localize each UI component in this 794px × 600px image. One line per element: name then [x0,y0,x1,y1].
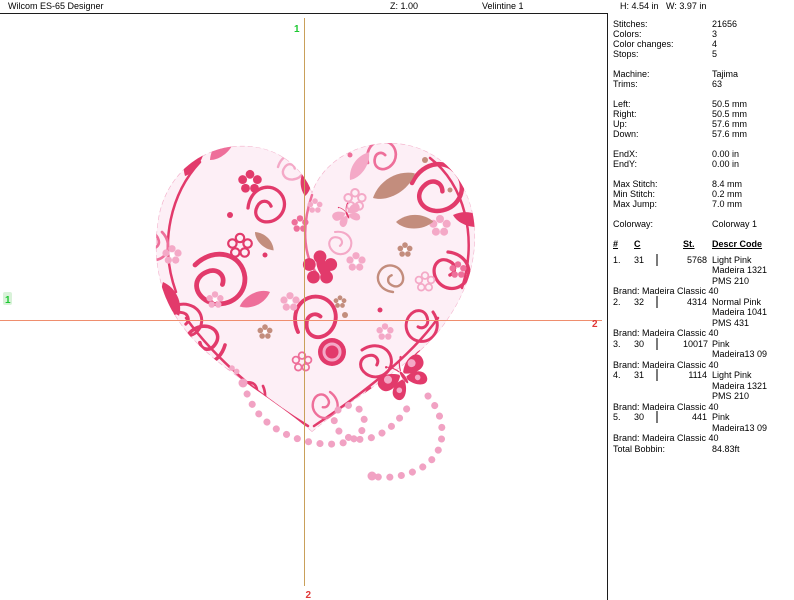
stat-label: Max Jump: [613,199,658,209]
stat-value: 21656 [712,19,738,29]
colorway-value: Colorway 1 [712,219,758,229]
stat-label: Stops: [613,49,639,59]
thread-num: 1. [613,254,621,265]
thread-row: 2. 32 4314 Normal Pink Madeira 1041 PMS … [608,295,794,329]
thread-swatch [656,253,658,266]
heart-design[interactable] [138,131,491,481]
stat-value: Tajima [712,69,739,79]
thread-row: 3. 30 10017 Pink Madeira13 09 [608,337,794,360]
stat-value: 57.6 mm [712,129,748,139]
thread-descr: Normal Pink Madeira 1041 PMS 431 [712,296,768,328]
thread-descr: Pink Madeira13 09 [712,338,768,360]
col-header-num: # [613,239,619,249]
thread-descr: Light Pink Madeira 1321 PMS 210 [712,254,768,286]
thread-swatch [656,337,658,350]
thread-brand: Brand: Madeira Classic 40 [613,328,719,338]
total-bobbin-label: Total Bobbin: [613,443,666,454]
stat-label: Trims: [613,79,638,89]
thread-code: 30 [634,412,645,422]
stat-label: Up: [613,119,628,129]
colorway-table-header: # C St. Descr Code [608,239,794,250]
end-marker-right[interactable]: 2 [592,319,598,330]
total-bobbin-row: Total Bobbin: 84.83ft [608,444,794,455]
col-header-descr: Descr Code [712,239,763,249]
stat-label: Color changes: [613,39,674,49]
thread-stitches: 4314 [686,296,707,307]
thread-descr: Pink Madeira13 09 [712,412,768,433]
thread-num: 3. [613,338,621,349]
stat-value: 0.00 in [712,149,740,159]
stat-value: 57.6 mm [712,119,748,129]
margins-section: Left: 50.5 mm Right: 50.5 mm Up: 57.6 mm Do… [608,99,794,139]
stat-value: 63 [712,79,723,89]
stat-value: 0.00 in [712,159,740,169]
stat-value: 3 [712,29,718,39]
stat-value: 50.5 mm [712,99,748,109]
thread-descr: Light Pink Madeira 1321 PMS 210 [712,370,768,401]
thread-brand: Brand: Madeira Classic 40 [613,401,719,412]
colorway-label: Colorway: [613,219,654,229]
stat-value: 50.5 mm [712,109,748,119]
thread-stitches: 1114 [688,370,707,380]
thread-code: 31 [634,254,645,265]
stat-label: Machine: [613,69,650,79]
thread-num: 4. [613,370,621,380]
thread-code: 32 [634,296,645,307]
start-marker-left[interactable]: 1 [5,295,11,306]
stat-label: Stitches: [613,19,648,29]
stat-label: Min Stitch: [613,189,656,199]
end-point-section: EndX: 0.00 in EndY: 0.00 in [608,149,794,169]
thread-num: 2. [613,296,621,307]
stat-label: EndX: [613,149,638,159]
end-marker-bottom[interactable]: 2 [306,590,312,600]
thread-swatch [656,295,658,308]
thread-row: 1. 31 5768 Light Pink Madeira 1321 PMS 2… [608,253,794,287]
colorway-section: Colorway: Colorway 1 [608,219,794,229]
thread-brand: Brand: Madeira Classic 40 [613,359,719,370]
thread-swatch [656,411,658,423]
stat-value: 4 [712,39,718,49]
stat-value: 5 [712,49,718,59]
stitch-limits-section: Max Stitch: 8.4 mm Min Stitch: 0.2 mm Max … [608,179,794,209]
thread-brand: Brand: Madeira Classic 40 [613,286,719,296]
stat-label: Colors: [613,29,642,39]
thread-brand: Brand: Madeira Classic 40 [613,433,719,443]
stat-label: EndY: [613,159,638,169]
machine-section: Machine: Tajima Trims: 63 [608,69,794,89]
stat-label: Max Stitch: [613,179,658,189]
thread-row: 5. 30 441 Pink Madeira13 09 [608,411,794,433]
stat-label: Down: [613,129,639,139]
col-header-st: St. [683,239,695,249]
total-bobbin-value: 84.83ft [712,443,740,454]
thread-row: 4. 31 1114 Light Pink Madeira 1321 PMS 2… [608,369,794,402]
stat-value: 0.2 mm [712,189,743,199]
thread-num: 5. [613,412,621,422]
stat-label: Left: [613,99,631,109]
thread-code: 31 [634,370,645,380]
thread-stitches: 441 [691,412,707,422]
stat-label: Right: [613,109,637,119]
thread-code: 30 [634,338,645,349]
thread-swatch [656,369,658,381]
thread-stitches: 10017 [683,338,709,349]
colorway-table: # C St. Descr Code 1. 31 5768 Light Pink… [608,239,794,454]
stat-value: 7.0 mm [712,199,743,209]
design-info-panel: Stitches: 21656 Colors: 3 Color changes: 4 … [608,13,794,454]
stats-section: Stitches: 21656 Colors: 3 Color changes: 4 … [608,19,794,59]
start-marker-top[interactable]: 1 [294,24,300,35]
thread-stitches: 5768 [686,254,707,265]
col-header-c: C [634,239,641,249]
stat-value: 8.4 mm [712,179,743,189]
